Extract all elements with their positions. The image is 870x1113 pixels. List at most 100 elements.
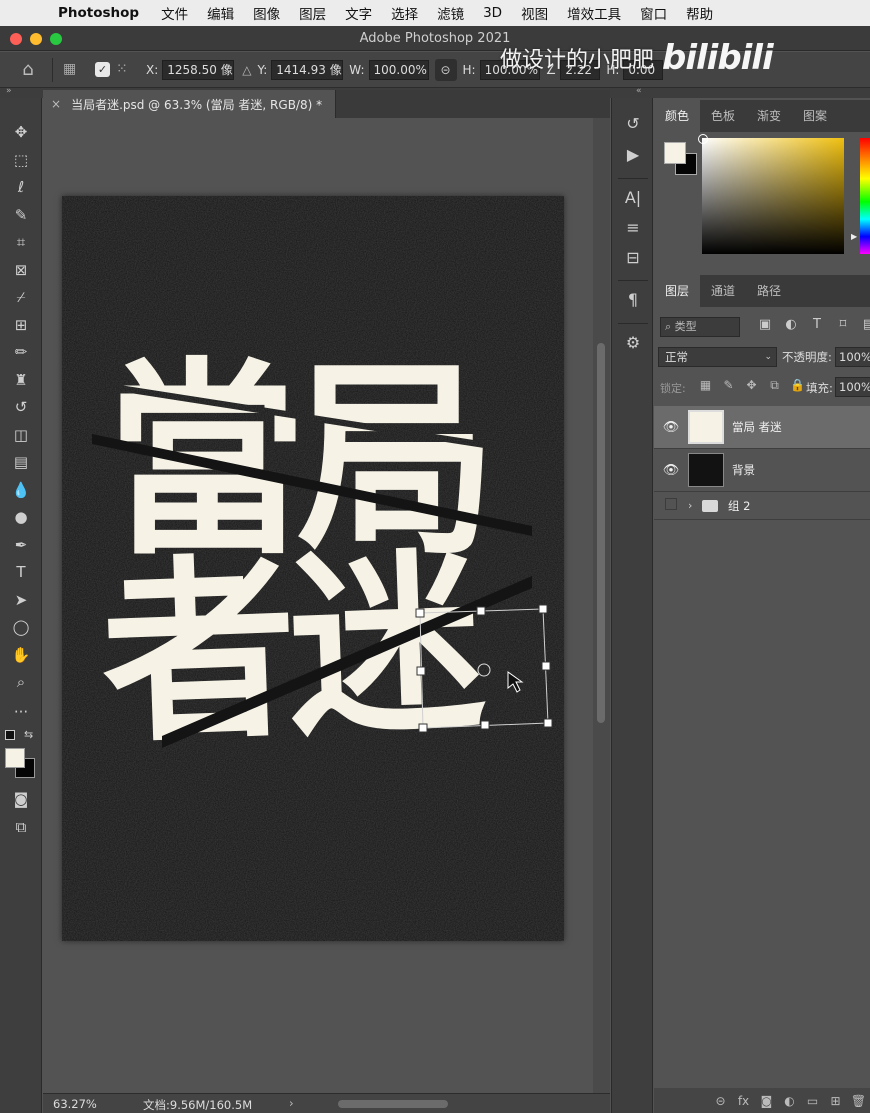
filter-pixel-icon[interactable]: ▣: [752, 317, 778, 332]
layer-style-icon[interactable]: fx: [732, 1094, 755, 1108]
visibility-eye-icon[interactable]: 👁: [654, 463, 688, 478]
eyedropper-tool-icon[interactable]: ⌿: [9, 286, 33, 308]
swap-colors-icon[interactable]: ⇆: [24, 728, 33, 741]
menu-select[interactable]: 选择: [391, 3, 418, 23]
new-adjustment-layer-icon[interactable]: ◐: [778, 1094, 801, 1108]
opacity-input[interactable]: 100%: [835, 347, 870, 367]
reference-point-grid-icon[interactable]: ⁙: [116, 61, 140, 79]
menu-app-name[interactable]: Photoshop: [58, 5, 139, 21]
menu-filter[interactable]: 滤镜: [437, 3, 464, 23]
new-group-icon[interactable]: ▭: [801, 1094, 824, 1108]
filter-shape-icon[interactable]: ⌑: [830, 317, 856, 332]
lock-pixels-icon[interactable]: ✎: [717, 378, 740, 393]
angle-input[interactable]: 2.22: [560, 59, 601, 80]
lock-position-icon[interactable]: ✥: [740, 378, 763, 393]
status-menu-chevron-icon[interactable]: ›: [289, 1096, 294, 1110]
vertical-scrollbar[interactable]: [593, 118, 610, 1093]
x-position-input[interactable]: 1258.50 像: [162, 59, 235, 80]
marquee-tool-icon[interactable]: ⬚: [9, 149, 33, 171]
transform-handle[interactable]: [418, 723, 428, 733]
zoom-tool-icon[interactable]: ⌕: [9, 671, 33, 693]
height-input[interactable]: 100.00%: [479, 59, 540, 80]
brushes-panel-icon[interactable]: ≡: [621, 216, 645, 240]
history-brush-tool-icon[interactable]: ↺: [9, 396, 33, 418]
move-tool-icon[interactable]: ✥: [9, 121, 33, 143]
properties-panel-icon[interactable]: ⚙: [621, 331, 645, 355]
blend-mode-select[interactable]: 正常 ⌄: [658, 347, 777, 367]
default-colors-icon[interactable]: [5, 730, 15, 740]
layer-name[interactable]: 背景: [732, 462, 755, 478]
ellipse-tool-icon[interactable]: ◯: [9, 616, 33, 638]
screen-mode-icon[interactable]: ⧉: [9, 816, 33, 838]
color-spectrum-picker[interactable]: [698, 134, 844, 254]
hue-slider-arrow-icon[interactable]: ▶: [851, 232, 857, 241]
horizontal-scroll-thumb[interactable]: [338, 1100, 448, 1108]
layer-filter-select[interactable]: ⌕ 类型: [660, 317, 740, 337]
edit-toolbar-icon[interactable]: ···: [9, 701, 33, 723]
type-tool-icon[interactable]: T: [9, 561, 33, 583]
zoom-level[interactable]: 63.27%: [53, 1097, 97, 1111]
dodge-tool-icon[interactable]: ●: [9, 506, 33, 528]
actions-panel-icon[interactable]: ▶: [621, 143, 645, 167]
color-panel-foreground-swatch[interactable]: [664, 142, 686, 164]
layer-row[interactable]: 👁 當局 者迷: [654, 406, 870, 449]
link-proportions-icon[interactable]: ⊝: [434, 58, 457, 81]
collapse-panels-icon[interactable]: «: [636, 86, 642, 96]
tab-swatches[interactable]: 色板: [700, 100, 746, 132]
hue-slider[interactable]: [860, 138, 870, 254]
crop-tool-icon[interactable]: ⌗: [9, 231, 33, 253]
layer-name[interactable]: 當局 者迷: [732, 419, 782, 435]
paragraph-panel-icon[interactable]: ¶: [621, 288, 645, 312]
transform-handle[interactable]: [543, 718, 553, 728]
menu-edit[interactable]: 编辑: [207, 3, 234, 23]
layer-row[interactable]: 👁 背景: [654, 449, 870, 492]
relative-positioning-icon[interactable]: △: [242, 63, 251, 77]
expand-group-chevron-icon[interactable]: ›: [688, 499, 702, 512]
expand-toolbox-icon[interactable]: »: [6, 86, 12, 96]
menu-view[interactable]: 视图: [521, 3, 548, 23]
document-canvas[interactable]: 當局 當局 者迷: [62, 196, 564, 941]
transform-handle[interactable]: [541, 661, 551, 671]
color-picker-ring[interactable]: [698, 134, 708, 144]
transform-handle[interactable]: [538, 604, 548, 614]
document-tab[interactable]: × 当局者迷.psd @ 63.3% (當局 者迷, RGB/8) *: [43, 90, 336, 118]
close-tab-icon[interactable]: ×: [51, 97, 61, 111]
menu-layer[interactable]: 图层: [299, 3, 326, 23]
tab-layers[interactable]: 图层: [654, 275, 701, 307]
fill-input[interactable]: 100%: [835, 377, 870, 397]
layer-name[interactable]: 组 2: [728, 498, 750, 514]
blur-tool-icon[interactable]: 💧: [9, 479, 33, 501]
tab-color[interactable]: 颜色: [654, 100, 701, 132]
menu-type[interactable]: 文字: [345, 3, 372, 23]
menu-window[interactable]: 窗口: [640, 3, 667, 23]
menu-help[interactable]: 帮助: [686, 3, 713, 23]
filter-adjustment-icon[interactable]: ◐: [778, 317, 804, 332]
quick-select-tool-icon[interactable]: ✎: [9, 204, 33, 226]
history-panel-icon[interactable]: ↺: [621, 112, 645, 136]
add-mask-icon[interactable]: ◙: [755, 1094, 778, 1108]
eraser-tool-icon[interactable]: ◫: [9, 424, 33, 446]
transform-handle[interactable]: [415, 608, 425, 618]
new-layer-icon[interactable]: ⊞: [824, 1094, 847, 1108]
lock-transparency-icon[interactable]: ▦: [694, 378, 717, 393]
pen-tool-icon[interactable]: ✒: [9, 534, 33, 556]
brush-settings-icon[interactable]: ⊟: [621, 246, 645, 270]
skew-h-input[interactable]: 0.00: [623, 59, 664, 80]
transform-handle[interactable]: [416, 666, 426, 676]
tab-gradients[interactable]: 渐变: [746, 100, 792, 132]
menu-file[interactable]: 文件: [161, 3, 188, 23]
filter-type-icon[interactable]: T: [804, 317, 830, 332]
width-input[interactable]: 100.00%: [368, 59, 429, 80]
reference-point-checkbox[interactable]: ✓: [95, 62, 110, 77]
quick-mask-icon[interactable]: ◙: [9, 788, 33, 810]
lock-artboard-icon[interactable]: ⧉: [763, 378, 786, 393]
frame-tool-icon[interactable]: ⊠: [9, 259, 33, 281]
gradient-tool-icon[interactable]: ▤: [9, 451, 33, 473]
visibility-eye-icon[interactable]: 👁: [654, 420, 688, 435]
character-panel-icon[interactable]: A|: [621, 186, 645, 210]
stamp-tool-icon[interactable]: ♜: [9, 369, 33, 391]
tab-paths[interactable]: 路径: [746, 275, 792, 307]
menu-3d[interactable]: 3D: [483, 5, 502, 21]
link-layers-icon[interactable]: ⊝: [709, 1094, 732, 1108]
y-position-input[interactable]: 1414.93 像: [271, 59, 344, 80]
